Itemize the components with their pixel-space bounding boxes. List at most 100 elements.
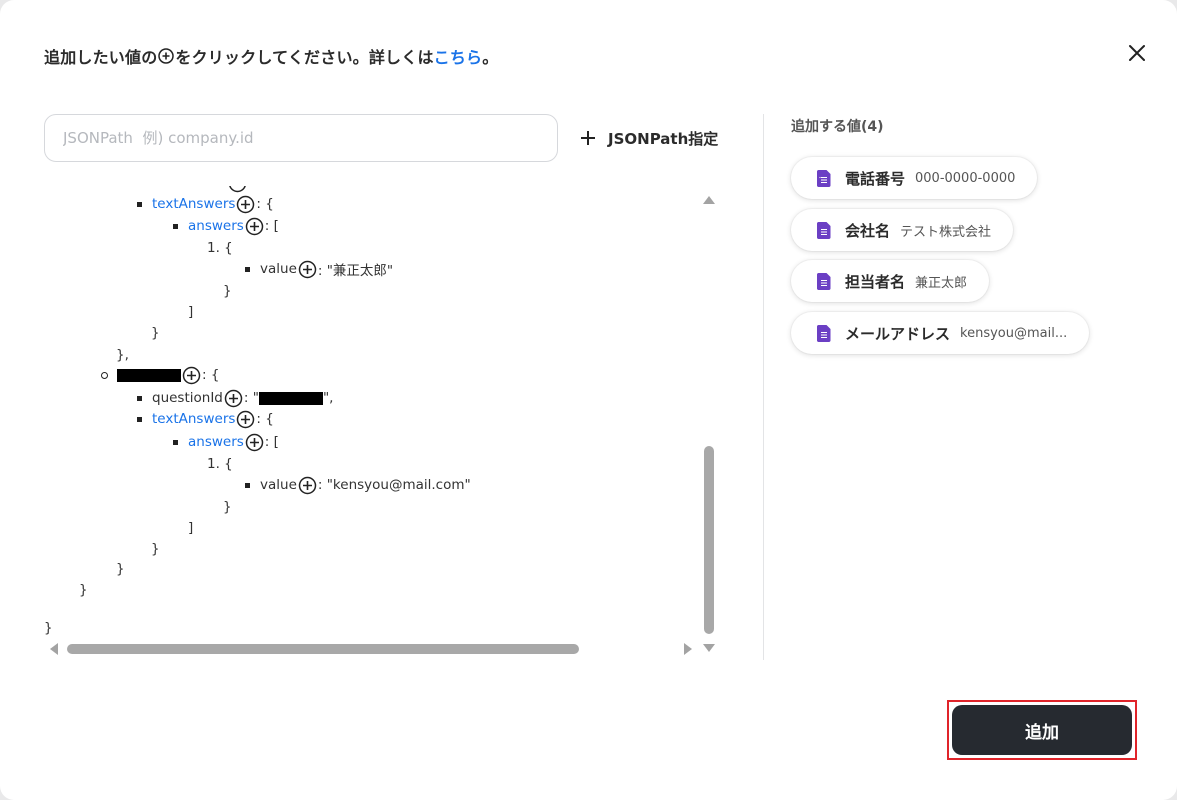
scroll-up-arrow[interactable]: [703, 196, 715, 204]
bullet: [137, 395, 142, 401]
panel-divider: [763, 114, 764, 660]
value-chip[interactable]: メールアドレス kensyou@mail...: [791, 312, 1090, 354]
document-icon: [817, 324, 831, 342]
tree-line: questionId : " ",: [137, 388, 333, 408]
chip-label: メールアドレス: [845, 324, 951, 343]
add-field-plus-icon[interactable]: [245, 433, 264, 452]
tree-line: }: [223, 281, 232, 301]
chip-value: 000-0000-0000: [915, 170, 1016, 186]
instruction-text-1: 追加したい値の: [44, 48, 158, 67]
json-key: questionId: [152, 390, 223, 406]
json-key: value: [260, 477, 297, 493]
scroll-left-arrow[interactable]: [50, 643, 58, 655]
json-key: value: [260, 261, 297, 277]
json-suffix: : [: [264, 218, 279, 234]
add-field-plus-icon[interactable]: [224, 389, 243, 408]
bullet: [173, 439, 178, 445]
jsonpath-input[interactable]: [61, 128, 541, 148]
json-suffix: : ": [243, 390, 259, 406]
selected-values-title: 追加する値(4): [791, 119, 884, 135]
tree-line: }: [116, 559, 125, 579]
add-field-plus-icon[interactable]: [245, 217, 264, 236]
tree-line: answers : [: [173, 216, 279, 236]
document-icon: [817, 221, 831, 239]
json-text: }: [223, 283, 232, 299]
json-text: }: [44, 620, 53, 636]
bullet: [137, 416, 142, 422]
json-text: 1. {: [207, 456, 233, 472]
json-suffix: : {: [202, 367, 220, 383]
value-chip[interactable]: 会社名 テスト株式会社: [791, 209, 1014, 251]
add-button[interactable]: 追加: [952, 705, 1132, 755]
plus-icon: [581, 131, 595, 145]
add-field-plus-icon[interactable]: [182, 366, 201, 385]
document-icon: [817, 272, 831, 290]
json-text: }: [151, 541, 160, 557]
circle-bullet: [101, 371, 108, 379]
instruction-text-3: 。: [482, 48, 499, 67]
modal-instruction: 追加したい値の をクリックしてください。詳しくは こちら 。: [44, 44, 498, 68]
chip-value: テスト株式会社: [900, 224, 992, 240]
tree-line: ]: [188, 302, 193, 322]
redacted-key: [117, 368, 181, 382]
json-suffix: : "兼正太郎": [317, 263, 394, 279]
json-key: answers: [188, 218, 244, 234]
json-text: },: [116, 347, 129, 363]
instruction-text-2: をクリックしてください。詳しくは: [175, 48, 434, 67]
tree-line: 1. {: [207, 238, 233, 258]
json-key: textAnswers: [152, 196, 236, 212]
add-value-modal: 追加したい値の をクリックしてください。詳しくは こちら 。 JSONPath指…: [0, 0, 1177, 800]
json-suffix: : "kensyou@mail.com": [317, 477, 471, 493]
json-text: }: [223, 499, 232, 515]
scroll-down-arrow[interactable]: [703, 644, 715, 652]
tree-line: textAnswers : {: [137, 409, 274, 429]
tree-line: value : "兼正太郎": [245, 259, 393, 279]
json-key: answers: [188, 434, 244, 450]
chip-label: 担当者名: [845, 272, 906, 291]
close-button[interactable]: [1124, 40, 1150, 66]
add-field-plus-icon[interactable]: [236, 195, 255, 214]
bullet: [245, 266, 250, 272]
json-suffix: : {: [256, 196, 274, 212]
close-icon: [1129, 45, 1145, 61]
json-suffix: ",: [322, 390, 334, 406]
vertical-scrollbar-thumb[interactable]: [704, 446, 714, 634]
jsonpath-specify-button[interactable]: JSONPath指定: [580, 126, 718, 150]
tree-line: value : "kensyou@mail.com": [245, 475, 471, 495]
tree-line: answers : [: [173, 432, 279, 452]
json-text: }: [79, 582, 88, 598]
tree-line: }: [79, 580, 88, 600]
jsonpath-specify-label: JSONPath指定: [608, 129, 719, 148]
value-chip[interactable]: 担当者名 兼正太郎: [791, 260, 990, 302]
tree-line: : {: [101, 365, 219, 385]
add-field-plus-icon[interactable]: [298, 476, 317, 495]
scroll-right-arrow[interactable]: [684, 643, 692, 655]
json-text: }: [116, 561, 125, 577]
jsonpath-search-box: [44, 114, 558, 162]
tree-line: ]: [188, 518, 193, 538]
chip-label: 会社名: [845, 221, 891, 240]
tree-line: }: [44, 618, 53, 638]
horizontal-scrollbar-thumb[interactable]: [67, 644, 579, 654]
json-suffix: : {: [256, 411, 274, 427]
tree-line: }: [151, 323, 160, 343]
plus-circle-icon: [158, 48, 175, 64]
tree-line: }: [223, 497, 232, 517]
tree-line: textAnswers : {: [137, 194, 274, 214]
json-tree-panel: textAnswers : { answers : [ 1. { value :…: [44, 186, 720, 660]
bullet: [173, 223, 178, 229]
value-chip[interactable]: 電話番号 000-0000-0000: [791, 157, 1038, 199]
redacted-value: [258, 391, 323, 405]
json-key: textAnswers: [152, 411, 236, 427]
chip-value: 兼正太郎: [915, 275, 968, 291]
chip-label: 電話番号: [845, 169, 906, 188]
tree-line: 1. {: [207, 454, 233, 474]
add-field-plus-icon[interactable]: [236, 410, 255, 429]
tree-line: }: [151, 539, 160, 559]
bullet: [245, 482, 250, 488]
document-icon: [817, 169, 831, 187]
json-suffix: : [: [264, 434, 279, 450]
add-field-plus-icon[interactable]: [298, 260, 317, 279]
json-text: ]: [188, 304, 194, 320]
help-link[interactable]: こちら: [434, 44, 483, 68]
